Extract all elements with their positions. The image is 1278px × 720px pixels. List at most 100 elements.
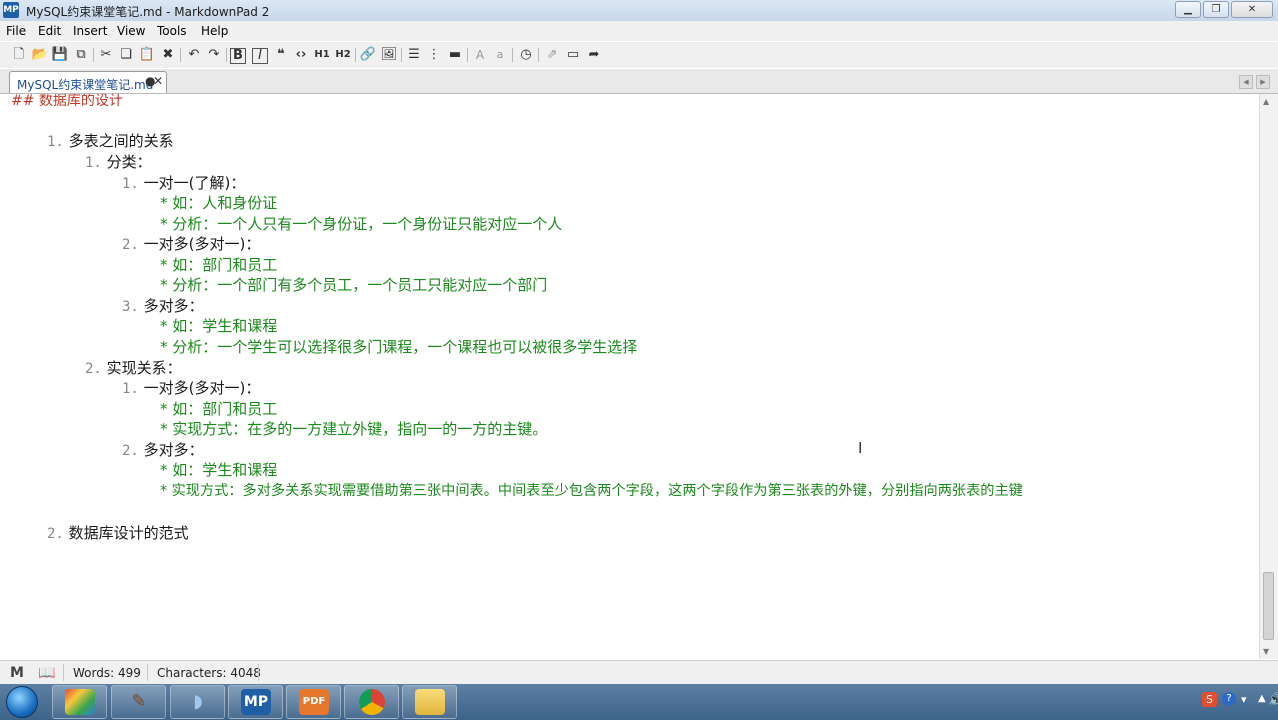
- italic-icon[interactable]: I: [252, 48, 268, 64]
- close-window-button[interactable]: ✕: [1231, 1, 1273, 18]
- image-icon[interactable]: 🖼: [380, 46, 398, 64]
- export-icon[interactable]: ➦: [585, 46, 603, 64]
- windows-taskbar: ✎ ◗ MP PDF S ? ▾ ▲ 🔊: [0, 684, 1278, 720]
- tray-expand-icon[interactable]: ▲: [1258, 693, 1266, 704]
- link-icon[interactable]: 🔗: [359, 46, 377, 64]
- bullet-item: 如：人和身份证: [172, 194, 278, 212]
- markdown-mode-icon[interactable]: M: [10, 665, 24, 681]
- bullet-item: 分析：一个学生可以选择很多门课程，一个课程也可以被很多学生选择: [172, 338, 638, 356]
- system-tray: S ? ▾ ▲ 🔊: [1158, 684, 1278, 720]
- toggle-preview-icon[interactable]: ⇗: [543, 46, 561, 64]
- dolphin-app-icon: ◗: [193, 691, 203, 712]
- ordered-list-icon[interactable]: ⋮: [425, 46, 443, 64]
- paint-app-icon: [65, 689, 95, 715]
- menu-file[interactable]: File: [6, 24, 26, 38]
- list-number: 2.: [122, 237, 139, 253]
- toolbar-separator: [355, 48, 356, 62]
- maximize-button[interactable]: ❐: [1203, 1, 1229, 18]
- live-preview-icon[interactable]: ▭: [564, 46, 582, 64]
- status-divider: [147, 664, 148, 681]
- quote-icon[interactable]: ❝: [272, 46, 290, 64]
- lowercase-icon[interactable]: a: [491, 46, 509, 64]
- bold-icon[interactable]: B: [230, 48, 246, 64]
- bullet-marker: *: [160, 483, 168, 499]
- menu-insert[interactable]: Insert: [73, 24, 107, 38]
- character-count: Characters: 4048: [157, 666, 261, 680]
- heading2-icon[interactable]: H2: [334, 46, 352, 64]
- bullet-item: 如：学生和课程: [172, 461, 278, 479]
- timestamp-icon[interactable]: ◷: [517, 46, 535, 64]
- toolbar-separator: [180, 48, 181, 62]
- open-folder-icon[interactable]: 📂: [31, 46, 49, 64]
- scrollbar-thumb[interactable]: [1263, 572, 1274, 640]
- tab-document[interactable]: MySQL约束课堂笔记.md ● ✕: [9, 71, 167, 93]
- taskbar-app-chrome[interactable]: [344, 685, 399, 719]
- menu-edit[interactable]: Edit: [38, 24, 61, 38]
- status-divider: [258, 664, 259, 681]
- markdown-editor[interactable]: ## 数据库的设计 1. 多表之间的关系 1. 分类： 1. 一对一(了解)： …: [0, 94, 1259, 659]
- bullet-item: 如：学生和课程: [172, 317, 278, 335]
- help-icon[interactable]: ?: [1222, 692, 1236, 706]
- tab-scroll-left-icon[interactable]: ◀: [1239, 75, 1253, 89]
- list-item: 一对多(多对一)：: [143, 235, 261, 253]
- heading1-icon[interactable]: H1: [313, 46, 331, 64]
- save-icon[interactable]: 💾: [51, 46, 69, 64]
- bullet-marker: *: [160, 317, 168, 335]
- minimize-button[interactable]: ▁: [1175, 1, 1201, 18]
- sogou-ime-icon[interactable]: S: [1202, 692, 1217, 707]
- undo-icon[interactable]: ↶: [185, 46, 203, 64]
- list-item: 多对多：: [143, 441, 204, 459]
- document-tabs: MySQL约束课堂笔记.md ● ✕ ◀ ▶: [0, 69, 1278, 94]
- close-tab-icon[interactable]: ✕: [153, 74, 165, 88]
- taskbar-app-pencil[interactable]: ✎: [111, 685, 166, 719]
- window-title: MySQL约束课堂笔记.md - MarkdownPad 2: [26, 5, 270, 19]
- status-divider: [63, 664, 64, 681]
- code-icon[interactable]: ‹›: [292, 46, 310, 64]
- tab-label: MySQL约束课堂笔记.md: [17, 78, 154, 92]
- start-button[interactable]: [6, 686, 38, 718]
- taskbar-app-explorer[interactable]: [402, 685, 457, 719]
- toolbar: 🗋 📂 💾 ⧉ ✂ ❏ 📋 ✖ ↶ ↷ B I ❝ ‹› H1 H2 🔗 🖼 ☰…: [0, 42, 1278, 68]
- new-file-icon[interactable]: 🗋: [10, 46, 28, 64]
- list-item: 多表之间的关系: [68, 132, 174, 150]
- scroll-up-icon[interactable]: ▲: [1263, 97, 1269, 106]
- network-icon[interactable]: ▾: [1241, 693, 1247, 706]
- status-bar: M 📖 Words: 499 Characters: 4048: [0, 660, 1278, 685]
- pencil-app-icon: ✎: [131, 691, 147, 712]
- delete-icon[interactable]: ✖: [159, 46, 177, 64]
- uppercase-icon[interactable]: A: [471, 46, 489, 64]
- menu-view[interactable]: View: [117, 24, 145, 38]
- menu-tools[interactable]: Tools: [157, 24, 187, 38]
- file-explorer-app-icon: [415, 689, 445, 715]
- vertical-scrollbar[interactable]: ▲ ▼: [1259, 94, 1278, 659]
- scroll-down-icon[interactable]: ▼: [1263, 647, 1269, 656]
- bullet-marker: *: [160, 276, 168, 294]
- list-item: 一对一(了解)：: [143, 174, 246, 192]
- taskbar-app-pdf[interactable]: PDF: [286, 685, 341, 719]
- paste-icon[interactable]: 📋: [138, 46, 156, 64]
- redo-icon[interactable]: ↷: [205, 46, 223, 64]
- taskbar-app-dolphin[interactable]: ◗: [170, 685, 225, 719]
- title-bar: MP MySQL约束课堂笔记.md - MarkdownPad 2 ▁ ❐ ✕: [0, 0, 1278, 22]
- menu-help[interactable]: Help: [201, 24, 228, 38]
- toolbar-separator: [467, 48, 468, 62]
- mouse-ibeam-cursor: I: [858, 439, 863, 457]
- taskbar-app-markdownpad[interactable]: MP: [228, 685, 283, 719]
- taskbar-app-paint[interactable]: [52, 685, 107, 719]
- bullet-item: 分析：一个部门有多个员工，一个员工只能对应一个部门: [172, 276, 548, 294]
- list-number: 1.: [122, 176, 139, 192]
- menu-bar: File Edit Insert View Tools Help: [0, 21, 1278, 41]
- horizontal-rule-icon[interactable]: ▬: [446, 46, 464, 64]
- tab-scroll-right-icon[interactable]: ▶: [1256, 75, 1270, 89]
- copy-icon[interactable]: ❏: [117, 46, 135, 64]
- volume-icon[interactable]: 🔊: [1268, 693, 1278, 708]
- pdf-app-icon: PDF: [299, 689, 329, 715]
- bullet-item: 如：部门和员工: [172, 400, 278, 418]
- cut-icon[interactable]: ✂: [97, 46, 115, 64]
- list-item: 实现关系：: [106, 359, 182, 377]
- bullet-item: 实现方式：多对多关系实现需要借助第三张中间表。中间表至少包含两个字段，这两个字段…: [171, 483, 1023, 499]
- save-all-icon[interactable]: ⧉: [72, 46, 90, 64]
- markdownpad-app-icon: MP: [3, 2, 19, 18]
- unordered-list-icon[interactable]: ☰: [405, 46, 423, 64]
- book-icon[interactable]: 📖: [38, 665, 55, 681]
